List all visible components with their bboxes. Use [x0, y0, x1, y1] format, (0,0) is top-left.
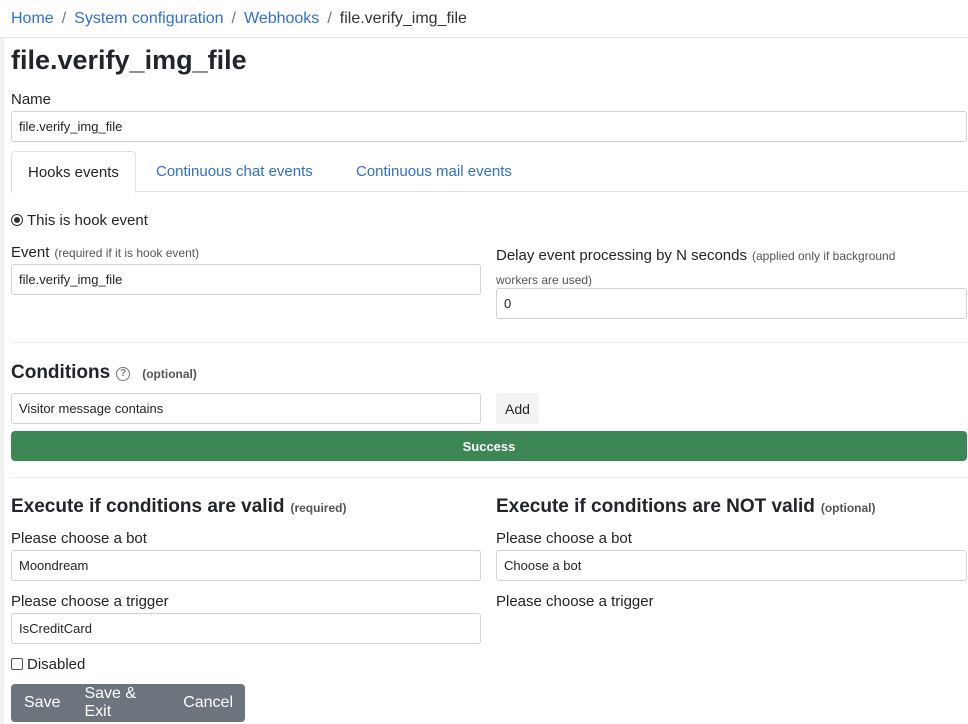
event-input[interactable]: file.verify_img_file: [11, 264, 481, 295]
divider: [11, 477, 967, 478]
invalid-bot-select[interactable]: Choose a bot: [496, 550, 967, 581]
valid-trigger-select[interactable]: IsCreditCard: [11, 613, 481, 644]
left-border: [0, 38, 4, 724]
execute-valid-title: Execute if conditions are valid: [11, 496, 285, 517]
save-button[interactable]: Save: [11, 684, 72, 722]
divider: [11, 342, 967, 343]
valid-bot-select[interactable]: Moondream: [11, 550, 481, 581]
hook-event-option[interactable]: This is hook event: [11, 212, 148, 229]
breadcrumb-separator: /: [231, 9, 236, 27]
save-exit-button[interactable]: Save & Exit: [72, 684, 171, 722]
conditions-title: Conditions: [11, 362, 111, 383]
breadcrumb-current: file.verify_img_file: [339, 9, 467, 27]
breadcrumb: Home / System configuration / Webhooks /…: [0, 0, 968, 38]
delay-seconds-input[interactable]: 0: [496, 288, 967, 319]
invalid-trigger-label: Please choose a trigger: [496, 593, 654, 610]
disabled-label: Disabled: [27, 656, 86, 673]
event-tabs: Hooks events Continuous chat events Cont…: [11, 151, 967, 193]
conditions-status-bar: Success: [11, 431, 967, 461]
breadcrumb-separator: /: [327, 9, 332, 27]
question-circle-icon[interactable]: ?: [116, 367, 131, 381]
delay-label-text: Delay event processing by N seconds: [496, 247, 747, 264]
page-title: file.verify_img_file: [11, 45, 247, 75]
tab-continuous-mail-events[interactable]: Continuous mail events: [340, 151, 528, 192]
breadcrumb-system-configuration-link[interactable]: System configuration: [74, 10, 223, 28]
hook-event-label: This is hook event: [27, 212, 148, 229]
execute-valid-note: (required): [290, 501, 347, 515]
execute-invalid-note: (optional): [820, 501, 876, 515]
breadcrumb-separator: /: [61, 9, 67, 27]
tab-hooks-events[interactable]: Hooks events: [11, 151, 136, 193]
conditions-heading: Conditions? (optional): [11, 362, 197, 384]
delay-label: Delay event processing by N seconds (appl…: [496, 244, 956, 292]
conditions-optional: (optional): [142, 367, 197, 381]
invalid-bot-label: Please choose a bot: [496, 530, 632, 547]
disabled-checkbox[interactable]: [11, 658, 23, 670]
delay-hint-continued: workers are used): [496, 273, 593, 287]
hook-event-radio[interactable]: [11, 214, 23, 226]
tab-continuous-chat-events[interactable]: Continuous chat events: [140, 151, 329, 192]
action-button-group: Save Save & Exit Cancel: [11, 684, 245, 722]
execute-invalid-heading: Execute if conditions are NOT valid (opti…: [496, 496, 876, 518]
event-hint: (required if it is hook event): [54, 246, 200, 260]
breadcrumb-webhooks-link[interactable]: Webhooks: [244, 10, 319, 28]
disabled-option[interactable]: Disabled: [11, 656, 85, 673]
breadcrumb-home-link[interactable]: Home: [11, 10, 54, 28]
valid-trigger-label: Please choose a trigger: [11, 593, 169, 610]
execute-invalid-title: Execute if conditions are NOT valid: [496, 496, 815, 517]
name-input[interactable]: file.verify_img_file: [11, 111, 967, 142]
add-condition-button[interactable]: Add: [496, 393, 539, 424]
condition-type-select[interactable]: Visitor message contains: [11, 393, 481, 424]
name-label: Name: [11, 91, 52, 108]
event-label: Event (required if it is hook event): [11, 244, 199, 261]
event-label-text: Event: [11, 244, 50, 261]
execute-valid-heading: Execute if conditions are valid (required…: [11, 496, 346, 518]
delay-hint: (applied only if background: [751, 249, 896, 263]
valid-bot-label: Please choose a bot: [11, 530, 147, 547]
cancel-button[interactable]: Cancel: [171, 684, 245, 722]
